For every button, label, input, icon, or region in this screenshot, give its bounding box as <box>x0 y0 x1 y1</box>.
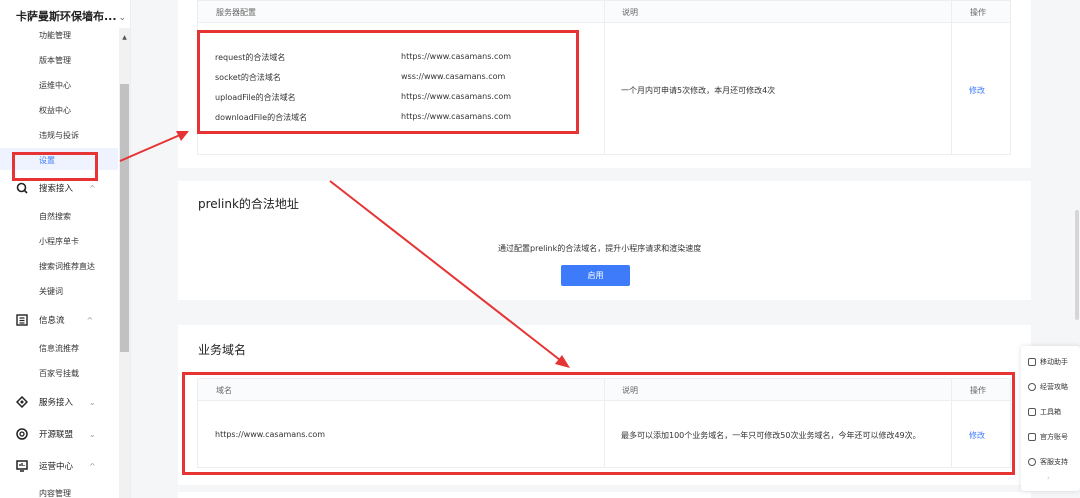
sidebar-item-rights[interactable]: 权益中心 <box>39 105 71 116</box>
chevron-down-icon: ⌄ <box>89 429 96 439</box>
annotation-box-business-domain <box>182 372 1015 475</box>
float-label: 客服支持 <box>1040 458 1068 466</box>
next-card-edge <box>178 492 1031 498</box>
enable-prelink-button[interactable]: 启用 <box>561 265 630 286</box>
prelink-card: prelink的合法地址 通过配置prelink的合法域名，提升小程序请求和渲染… <box>178 181 1031 300</box>
float-label: 官方账号 <box>1040 433 1068 441</box>
sidebar-item-natural-search[interactable]: 自然搜索 <box>39 211 71 222</box>
sidebar-group-alliance[interactable]: 开源联盟 ⌄ <box>16 428 96 440</box>
float-label: 移动助手 <box>1040 358 1068 366</box>
col-header-server-config: 服务器配置 <box>216 8 256 17</box>
annotation-box-server-domains <box>197 30 579 134</box>
sidebar-item-version[interactable]: 版本管理 <box>39 55 71 66</box>
sidebar-group-search[interactable]: 搜索接入 ^ <box>16 182 96 194</box>
chevron-up-icon: ^ <box>86 315 94 325</box>
group-label: 服务接入 <box>39 398 74 408</box>
strategy-icon <box>1028 383 1036 391</box>
float-item-support[interactable]: 客服支持 <box>1028 457 1068 467</box>
business-domain-title: 业务域名 <box>198 343 247 357</box>
float-item-toolbox[interactable]: 工具箱 <box>1028 407 1061 417</box>
float-label: 经营攻略 <box>1040 383 1068 391</box>
sidebar-item-keywords[interactable]: 关键词 <box>39 286 63 297</box>
col-header-action: 操作 <box>970 8 986 17</box>
sidebar-item-violations[interactable]: 违规与投诉 <box>39 130 79 141</box>
sidebar-item-function[interactable]: 功能管理 <box>39 30 71 41</box>
sidebar-group-service[interactable]: 服务接入 ⌄ <box>15 395 96 409</box>
feed-icon <box>16 314 28 326</box>
operations-icon <box>16 460 28 472</box>
chevron-right-icon[interactable]: › <box>1047 474 1050 482</box>
sidebar-item-content[interactable]: 内容管理 <box>39 488 71 498</box>
col-header-description: 说明 <box>622 8 638 17</box>
sidebar-group-feed[interactable]: 信息流 ^ <box>16 314 93 326</box>
account-switcher[interactable]: 卡萨曼斯环保墙布... ⌄ <box>16 8 126 24</box>
official-account-icon <box>1028 433 1036 441</box>
sidebar-group-operations[interactable]: 运营中心 ^ <box>16 460 96 472</box>
chevron-down-icon: ⌄ <box>89 397 96 407</box>
group-label: 搜索接入 <box>39 184 74 194</box>
service-icon <box>15 395 29 409</box>
float-item-mobile[interactable]: 移动助手 <box>1028 357 1068 367</box>
brand-name: 卡萨曼斯环保墙布... <box>16 10 117 23</box>
server-config-note: 一个月内可申请5次修改，本月还可修改4次 <box>621 86 776 95</box>
sidebar-item-baijiahao[interactable]: 百家号挂载 <box>39 368 79 379</box>
scroll-up-icon[interactable]: ▲ <box>120 33 129 42</box>
sidebar-item-keyword-direct[interactable]: 搜索词推荐直达 <box>39 261 95 272</box>
float-item-official[interactable]: 官方账号 <box>1028 432 1068 442</box>
float-toolbar: 移动助手 经营攻略 工具箱 官方账号 客服支持 › <box>1021 346 1080 491</box>
sidebar-item-ops[interactable]: 运维中心 <box>39 80 71 91</box>
chevron-up-icon: ^ <box>89 183 96 193</box>
chevron-up-icon: ^ <box>89 461 96 471</box>
sidebar-item-feed-recommend[interactable]: 信息流推荐 <box>39 343 79 354</box>
modify-server-domain-link[interactable]: 修改 <box>969 85 985 96</box>
support-icon <box>1028 458 1036 466</box>
float-item-strategy[interactable]: 经营攻略 <box>1028 382 1068 392</box>
annotation-box-settings <box>12 152 98 181</box>
sidebar-item-mini-card[interactable]: 小程序单卡 <box>39 236 79 247</box>
mobile-icon <box>1028 358 1036 366</box>
toolbox-icon <box>1028 408 1036 416</box>
prelink-description: 通过配置prelink的合法域名，提升小程序请求和渲染速度 <box>498 244 702 253</box>
chevron-down-icon: ⌄ <box>118 13 127 23</box>
prelink-title: prelink的合法地址 <box>198 197 299 211</box>
group-label: 开源联盟 <box>39 430 74 440</box>
search-icon <box>16 182 28 194</box>
page-scrollbar[interactable] <box>1075 210 1079 320</box>
float-label: 工具箱 <box>1040 408 1061 416</box>
sidebar: 卡萨曼斯环保墙布... ⌄ 功能管理 版本管理 运维中心 权益中心 违规与投诉 设… <box>0 0 131 498</box>
group-label: 运营中心 <box>39 462 74 472</box>
alliance-icon <box>16 428 28 440</box>
sidebar-scrollbar-thumb[interactable] <box>120 84 129 352</box>
group-label: 信息流 <box>39 316 65 326</box>
